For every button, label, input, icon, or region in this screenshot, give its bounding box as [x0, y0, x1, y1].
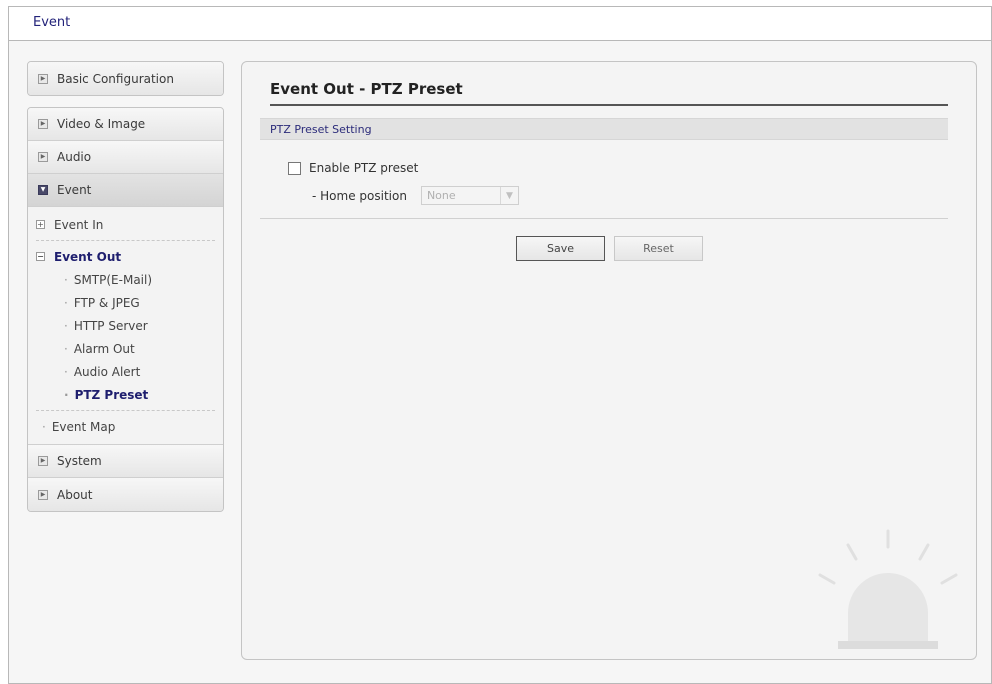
sidebar-item-label: Video & Image: [57, 117, 146, 131]
expand-icon: ▶: [38, 119, 48, 129]
alarm-light-icon: [818, 529, 958, 649]
submenu-leaf-ptz-preset[interactable]: PTZ Preset: [36, 383, 215, 406]
save-button[interactable]: Save: [516, 236, 605, 261]
sidebar-item-about[interactable]: ▶ About: [28, 478, 223, 511]
expand-icon: ▶: [38, 489, 48, 500]
page-header-title: Event: [33, 15, 71, 30]
reset-button[interactable]: Reset: [614, 236, 703, 261]
home-position-row: - Home position None ▼: [312, 186, 519, 205]
home-position-value: None: [426, 189, 456, 202]
sidebar-item-event[interactable]: ▼ Event: [28, 174, 223, 207]
submenu-event-in[interactable]: + Event In: [36, 213, 215, 236]
home-position-label: - Home position: [312, 188, 407, 203]
submenu-leaf-http-server[interactable]: HTTP Server: [36, 314, 215, 337]
submenu-event-map[interactable]: Event Map: [36, 415, 215, 438]
collapse-icon: ▼: [38, 185, 48, 195]
enable-ptz-checkbox[interactable]: [288, 161, 301, 175]
submenu-leaf-audio-alert[interactable]: Audio Alert: [36, 360, 215, 383]
divider: [260, 218, 948, 219]
page-title: Event Out - PTZ Preset: [270, 80, 948, 106]
sidebar-main-group: ▶ Video & Image ▶ Audio ▼ Event + Event …: [27, 107, 224, 512]
divider: [36, 410, 215, 411]
section-header: PTZ Preset Setting: [260, 118, 948, 140]
sidebar-item-label: Audio: [57, 150, 92, 164]
chevron-down-icon: ▼: [499, 187, 518, 204]
sidebar-item-video-image[interactable]: ▶ Video & Image: [28, 108, 223, 141]
sidebar-item-system[interactable]: ▶ System: [28, 445, 223, 478]
expand-icon: ▶: [38, 152, 48, 162]
sidebar-item-audio[interactable]: ▶ Audio: [28, 141, 223, 174]
sidebar-item-label: Event: [57, 183, 92, 197]
sidebar-item-label: Basic Configuration: [57, 71, 174, 86]
event-submenu: + Event In − Event Out SMTP(E-Mail) FTP …: [28, 207, 223, 445]
expand-icon: ▶: [38, 456, 48, 466]
submenu-leaf-smtp[interactable]: SMTP(E-Mail): [36, 268, 215, 291]
submenu-label: Event In: [54, 217, 104, 232]
home-position-select[interactable]: None ▼: [420, 186, 519, 205]
submenu-event-out[interactable]: − Event Out: [36, 245, 215, 268]
plus-icon: +: [36, 219, 45, 229]
enable-ptz-label: Enable PTZ preset: [309, 161, 419, 175]
submenu-label: Event Out: [54, 249, 122, 264]
sidebar-basic-group: ▶ Basic Configuration: [27, 61, 224, 96]
sidebar-item-label: System: [57, 454, 102, 468]
submenu-leaf-ftp-jpeg[interactable]: FTP & JPEG: [36, 291, 215, 314]
content-panel: Event Out - PTZ Preset PTZ Preset Settin…: [241, 61, 977, 660]
minus-icon: −: [36, 251, 45, 261]
expand-icon: ▶: [38, 73, 48, 84]
submenu-leaf-alarm-out[interactable]: Alarm Out: [36, 337, 215, 360]
header-bar: Event: [9, 7, 991, 41]
enable-ptz-row: Enable PTZ preset: [288, 161, 418, 175]
sidebar-item-label: About: [57, 487, 93, 502]
divider: [36, 240, 215, 241]
sidebar-item-basic-configuration[interactable]: ▶ Basic Configuration: [28, 62, 223, 95]
